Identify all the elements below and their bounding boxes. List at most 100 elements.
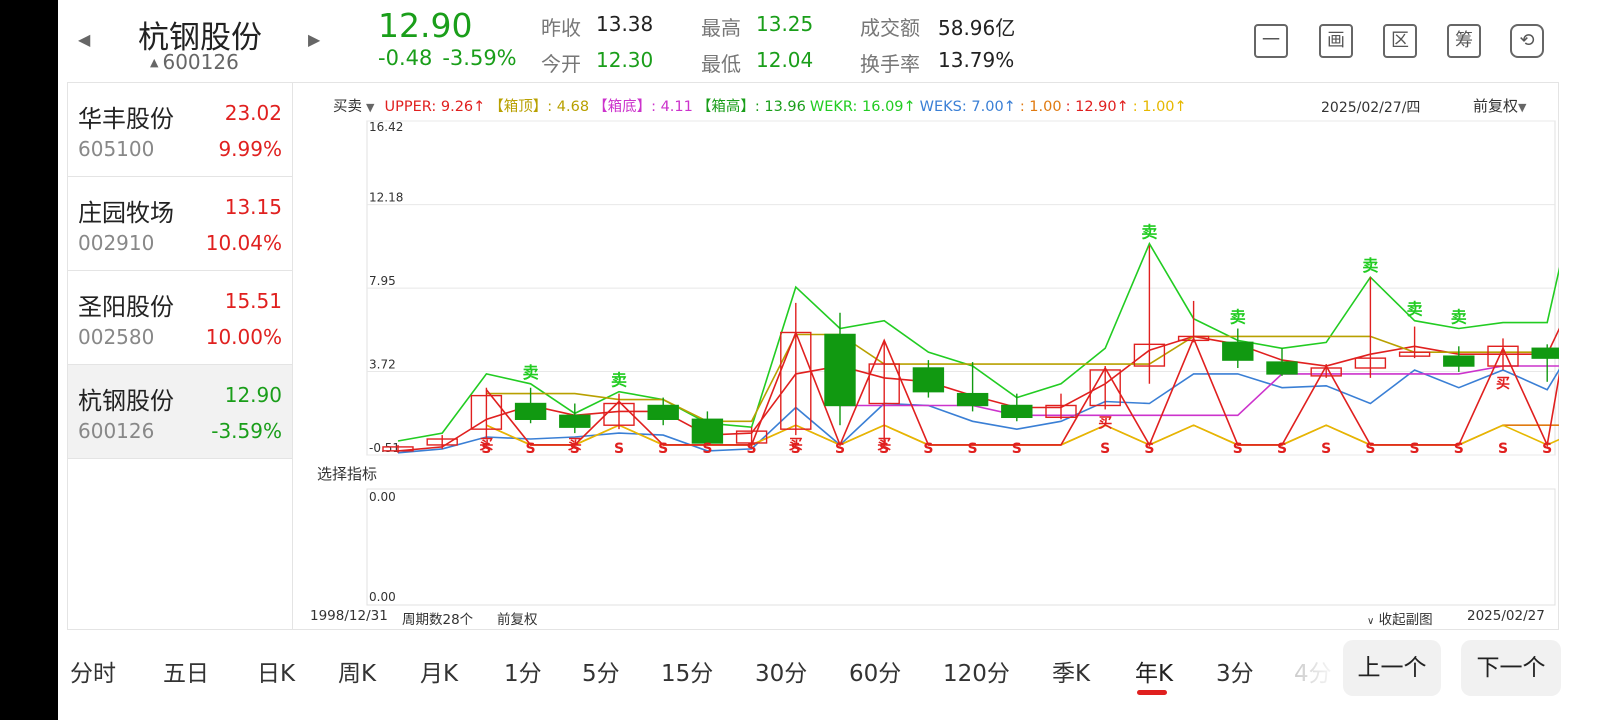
watchlist-item[interactable]: 华丰股份 605100 23.02 9.99% — [68, 83, 292, 177]
watchlist-item-pct: 10.00% — [205, 325, 282, 349]
legend-item: 【箱底】: 4.11 — [593, 99, 693, 115]
candle-body — [647, 404, 679, 420]
draw-icon[interactable]: 画 — [1319, 24, 1353, 58]
watchlist-item-price: 23.02 — [224, 101, 282, 125]
period-count: 周期数28个 — [402, 612, 474, 628]
s-marker: S — [1144, 441, 1154, 457]
sell-marker: 卖 — [1362, 256, 1378, 275]
watchlist-item-price: 12.90 — [224, 383, 282, 407]
stock-header: ◀ ▶ 杭钢股份 ▲ 600126 12.90 -0.48 -3.59% 昨收 13… — [58, 0, 1600, 82]
watchlist-item-pct: -3.59% — [211, 419, 282, 443]
s-marker: S — [791, 441, 801, 457]
tab-fade-overlay — [1280, 640, 1340, 700]
tab-year-k[interactable]: 年K — [1135, 654, 1173, 688]
quote-label-open: 今开 — [541, 52, 581, 76]
price-change: -0.48 -3.59% — [378, 46, 517, 70]
s-marker: S — [747, 441, 757, 457]
watchlist-item-name: 庄园牧场 — [78, 199, 174, 227]
s-marker: S — [1012, 441, 1022, 457]
collapse-subchart-button[interactable]: ∨ 收起副图 — [1367, 608, 1433, 628]
caret-up-icon: ▲ — [150, 56, 159, 69]
active-tab-indicator — [1137, 690, 1167, 695]
sell-marker: 卖 — [1230, 308, 1246, 327]
sub-plot-frame — [366, 488, 1556, 606]
sell-marker: 卖 — [1141, 223, 1157, 242]
quote-value-open: 12.30 — [596, 48, 654, 72]
s-marker: S — [1542, 441, 1552, 457]
candle-body — [1531, 347, 1559, 359]
sub-y-tick-label: 0.00 — [369, 490, 396, 504]
legend-items: UPPER: 9.26↑ 【箱顶】: 4.68 【箱底】: 4.11 【箱高】: 13… — [384, 99, 1190, 115]
s-marker: S — [658, 441, 668, 457]
indicator-selector[interactable]: 买卖 — [333, 99, 362, 115]
chevron-down-icon: ∨ — [1367, 616, 1375, 627]
watchlist-item-name: 华丰股份 — [78, 105, 174, 133]
tab-day-k[interactable]: 日K — [257, 654, 295, 688]
tab-month-k[interactable]: 月K — [420, 654, 458, 688]
tab-five-day[interactable]: 五日 — [163, 654, 209, 688]
sub-y-tick-label: 0.00 — [369, 590, 396, 604]
watchlist-item-code: 002910 — [78, 231, 155, 255]
sell-marker: 卖 — [1407, 300, 1423, 319]
candle-body — [514, 402, 547, 420]
rotate-screen-icon[interactable]: ⟲ — [1510, 24, 1544, 58]
footer-adjust: 前复权 — [497, 612, 538, 628]
tab-30min[interactable]: 30分 — [755, 654, 807, 688]
quote-value-low: 12.04 — [756, 48, 814, 72]
tab-5min[interactable]: 5分 — [582, 654, 620, 688]
s-marker: S — [614, 441, 624, 457]
sell-marker: 卖 — [523, 363, 539, 382]
s-marker: S — [702, 441, 712, 457]
watchlist-item-code: 600126 — [78, 419, 155, 443]
s-marker: S — [1498, 441, 1508, 457]
chart-date: 2025/02/27/四 — [1321, 100, 1421, 116]
quote-label-turnover-amount: 成交额 — [860, 16, 920, 40]
minus-icon[interactable]: 一 — [1254, 24, 1288, 58]
adjust-selector[interactable]: 前复权▼ — [1473, 95, 1526, 116]
zone-icon[interactable]: 区 — [1383, 24, 1417, 58]
sell-marker: 卖 — [1451, 308, 1467, 327]
legend-item: : 1.00 — [1019, 99, 1062, 115]
s-marker: S — [835, 441, 845, 457]
y-tick-label: 16.42 — [369, 120, 403, 134]
tab-15min[interactable]: 15分 — [661, 654, 713, 688]
kline-chart[interactable]: 16.4212.187.953.72-0.510.000.00卖 卖卖卖卖卖 卖买买… — [293, 83, 1559, 631]
legend-item: WEKS: 7.00↑ — [919, 99, 1016, 115]
watchlist-item-selected[interactable]: 杭钢股份 600126 12.90 -3.59% — [68, 365, 292, 459]
chevron-down-icon[interactable]: ▼ — [366, 101, 374, 114]
prev-stock-button[interactable]: 上一个 — [1343, 640, 1441, 696]
watchlist-item[interactable]: 圣阳股份 002580 15.51 10.00% — [68, 271, 292, 365]
watchlist-item-price: 15.51 — [224, 289, 282, 313]
tab-minute[interactable]: 分时 — [70, 654, 116, 688]
quote-label-high: 最高 — [701, 16, 741, 40]
s-marker: S — [923, 441, 933, 457]
tab-3min[interactable]: 3分 — [1216, 654, 1254, 688]
prev-stock-arrow-icon[interactable]: ◀ — [78, 30, 90, 49]
quote-value-turnover-rate: 13.79% — [938, 48, 1015, 72]
legend-item: : 1.00↑ — [1132, 99, 1187, 115]
watchlist-item-pct: 9.99% — [218, 137, 282, 161]
tab-60min[interactable]: 60分 — [849, 654, 901, 688]
quote-value-prev-close: 13.38 — [596, 12, 654, 36]
start-date: 1998/12/31 — [310, 608, 388, 624]
tab-1min[interactable]: 1分 — [504, 654, 542, 688]
watchlist-item[interactable]: 庄园牧场 002910 13.15 10.04% — [68, 177, 292, 271]
next-stock-arrow-icon[interactable]: ▶ — [308, 30, 320, 49]
chip-icon[interactable]: 筹 — [1447, 24, 1481, 58]
tab-quarter-k[interactable]: 季K — [1052, 654, 1090, 688]
s-marker: S — [1454, 441, 1464, 457]
watchlist-item-pct: 10.04% — [205, 231, 282, 255]
watchlist-item-name: 圣阳股份 — [78, 293, 174, 321]
tab-week-k[interactable]: 周K — [338, 654, 376, 688]
kline-chart-panel: 16.42 12.18 7.95 3.72 -0.51 0.00 0.00 卖卖卖卖卖卖卖买买… — [293, 82, 1559, 630]
next-stock-button[interactable]: 下一个 — [1461, 640, 1561, 696]
tab-120min[interactable]: 120分 — [943, 654, 1010, 688]
legend-item: 【箱高】: 13.96 — [696, 99, 806, 115]
series-line-WEKS — [397, 368, 1559, 454]
current-price: 12.90 — [378, 6, 473, 45]
sell-marker: 卖 — [611, 371, 627, 390]
watchlist: 华丰股份 605100 23.02 9.99% 庄园牧场 002910 13.1… — [67, 82, 293, 630]
end-date: 2025/02/27 — [1467, 608, 1545, 624]
sub-indicator-selector[interactable]: 选择指标 — [317, 463, 377, 484]
y-tick-label: -0.51 — [369, 441, 400, 455]
